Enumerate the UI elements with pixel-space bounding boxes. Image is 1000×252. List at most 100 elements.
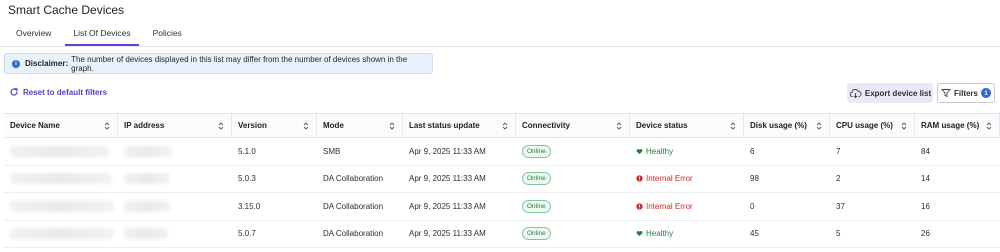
column-header-ip-address[interactable]: IP address [118,114,232,137]
column-header-mode[interactable]: Mode [317,114,403,137]
error-icon [636,175,643,182]
column-header-cpu-usage[interactable]: CPU usage (%) [830,114,915,137]
last-update-cell: Apr 9, 2025 11:33 AM [409,229,486,239]
ip-address-cell [118,193,232,220]
header-label: IP address [124,121,165,130]
column-header-disk-usage[interactable]: Disk usage (%) [744,114,830,137]
online-badge: Online [522,172,551,186]
status-badge: Internal Error [636,174,693,183]
cpu-usage-cell: 37 [836,201,845,211]
header-label: Mode [323,121,344,130]
reset-filters-link[interactable]: Reset to default filters [9,87,107,97]
last-update-cell: Apr 9, 2025 11:33 AM [409,146,486,156]
table-row[interactable]: 3.15.0 DA Collaboration Apr 9, 2025 11:3… [4,193,1000,221]
info-icon: i [12,59,20,68]
device-status-cell: Internal Error [630,166,744,193]
tab-policies[interactable]: Policies [145,22,190,46]
filters-label: Filters [953,88,978,98]
device-status-cell: Healthy [630,221,744,248]
status-badge: Internal Error [636,202,693,211]
status-label: Healthy [646,146,674,156]
filter-icon [941,89,951,98]
column-header-device-status[interactable]: Device status [630,114,744,137]
table-row[interactable]: 5.0.3 DA Collaboration Apr 9, 2025 11:33… [4,166,1000,193]
status-label: Internal Error [646,174,693,184]
header-label: Disk usage (%) [750,121,807,130]
tabs-divider [0,46,1000,47]
error-icon [636,203,643,210]
ram-usage-cell: 84 [921,146,930,156]
filters-button[interactable]: Filters 1 [937,83,995,103]
disk-usage-cell: 98 [750,174,759,184]
ram-usage-cell: 14 [921,174,930,184]
column-header-version[interactable]: Version [232,114,317,137]
ip-address-cell [118,138,232,165]
column-header-ram-usage[interactable]: RAM usage (%) [915,114,1000,137]
tab-bar: Overview List Of Devices Policies [8,22,196,46]
ram-usage-cell: 26 [921,229,930,239]
column-header-device-name[interactable]: Device Name [4,114,118,137]
cpu-usage-cell: 7 [836,146,841,156]
export-label: Export device list [864,88,932,98]
reset-icon [10,87,19,96]
sort-icon [502,122,508,130]
cpu-usage-cell: 5 [836,229,841,239]
device-name-cell [4,221,118,248]
header-label: Device Name [10,121,60,130]
table-header: Device Name IP address Version Mode Last… [4,113,1000,138]
status-badge: Healthy [636,147,673,156]
sort-icon [104,122,110,130]
online-badge: Online [522,199,551,213]
ip-address-cell [118,221,232,248]
mode-cell: DA Collaboration [323,201,384,211]
device-name-cell [4,193,118,220]
sort-icon [616,122,622,130]
cpu-usage-cell: 2 [836,174,841,184]
last-update-cell: Apr 9, 2025 11:33 AM [409,174,486,184]
connectivity-cell: Online [516,221,630,248]
header-label: Last status update [409,121,480,130]
disclaimer-text: The number of devices displayed in this … [71,54,408,73]
cloud-download-icon [849,88,862,98]
device-name-cell [4,138,118,165]
devices-table: Device Name IP address Version Mode Last… [4,113,1000,248]
heart-icon [636,148,643,155]
tab-overview[interactable]: Overview [8,22,59,46]
page-title: Smart Cache Devices [8,3,125,17]
sort-icon [218,122,224,130]
header-label: Connectivity [522,121,571,130]
export-device-list-button[interactable]: Export device list [847,83,933,103]
connectivity-cell: Online [516,166,630,193]
status-label: Internal Error [646,201,693,211]
table-row[interactable]: 5.1.0 SMB Apr 9, 2025 11:33 AM Online He… [4,138,1000,166]
version-cell: 5.1.0 [238,146,256,156]
disk-usage-cell: 6 [750,146,755,156]
version-cell: 3.15.0 [238,201,261,211]
ram-usage-cell: 16 [921,201,930,211]
header-label: Version [238,121,267,130]
device-name-cell [4,166,118,193]
header-label: RAM usage (%) [921,121,980,130]
disclaimer-label: Disclaimer: [25,59,69,68]
disk-usage-cell: 0 [750,201,755,211]
sort-icon [901,122,907,130]
sort-icon [389,122,395,130]
mode-cell: SMB [323,146,341,156]
tab-list-of-devices[interactable]: List Of Devices [65,22,139,46]
header-label: CPU usage (%) [836,121,893,130]
column-header-connectivity[interactable]: Connectivity [516,114,630,137]
ip-address-cell [118,166,232,193]
header-label: Device status [636,121,688,130]
table-row[interactable]: 5.0.7 DA Collaboration Apr 9, 2025 11:33… [4,221,1000,248]
online-badge: Online [522,227,551,241]
sort-icon [816,122,822,130]
online-badge: Online [522,144,551,158]
disk-usage-cell: 45 [750,229,759,239]
mode-cell: DA Collaboration [323,174,384,184]
column-header-last-status-update[interactable]: Last status update [403,114,516,137]
sort-icon [730,122,736,130]
status-label: Healthy [646,229,674,239]
heart-icon [636,230,643,237]
version-cell: 5.0.3 [238,174,256,184]
filters-count-badge: 1 [981,88,991,98]
